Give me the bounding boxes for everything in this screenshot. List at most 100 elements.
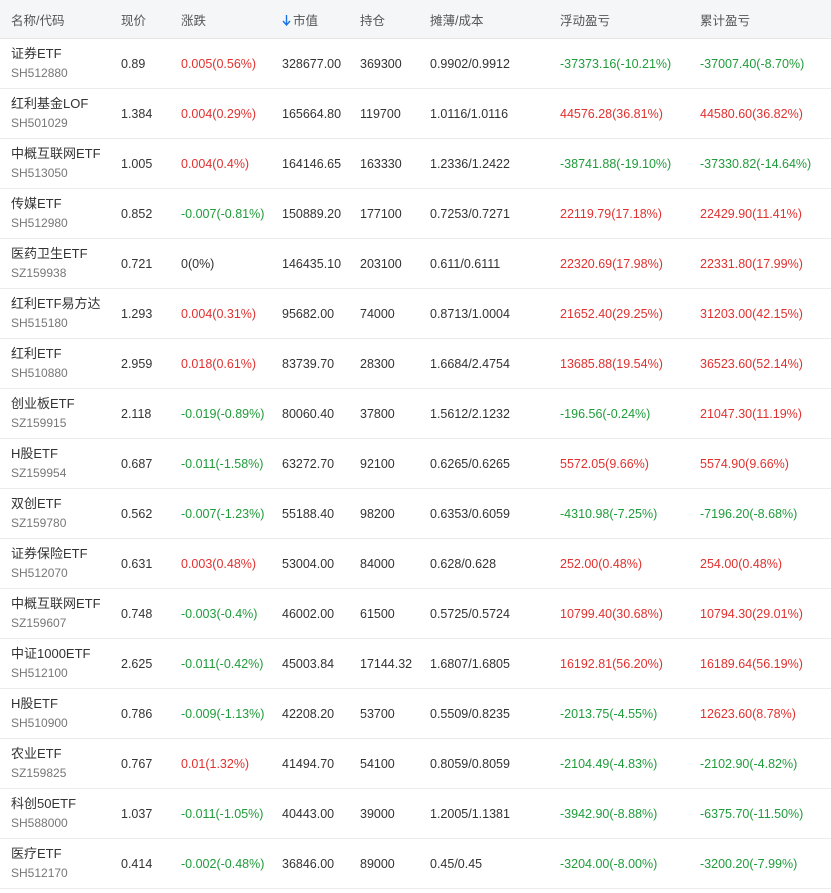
header-total-pl[interactable]: 累计盈亏 <box>689 0 831 39</box>
table-row[interactable]: 传媒ETF SH512980 0.852 -0.007(-0.81%) 150889.2… <box>0 188 831 239</box>
header-market-value[interactable]: 市值 <box>271 0 349 39</box>
cell-total-pl: 22429.90(11.41%) <box>689 188 831 239</box>
cell-name-code: 红利ETF易方达 SH515180 <box>0 288 110 339</box>
fund-code: SZ159954 <box>11 466 67 480</box>
table-row[interactable]: 创业板ETF SZ159915 2.118 -0.019(-0.89%) 80060.4… <box>0 388 831 439</box>
cell-market-value: 63272.70 <box>271 438 349 489</box>
cell-name-code: 证券ETF SH512880 <box>0 38 110 89</box>
table-row[interactable]: 证券保险ETF SH512070 0.631 0.003(0.48%) 53004.00… <box>0 538 831 589</box>
fund-name[interactable]: 红利ETF <box>11 345 110 362</box>
fund-name[interactable]: 红利ETF易方达 <box>11 295 110 312</box>
table-row[interactable]: 证券ETF SH512880 0.89 0.005(0.56%) 328677.00 36… <box>0 38 831 89</box>
cell-total-pl: 22331.80(17.99%) <box>689 238 831 289</box>
cell-cost: 1.2336/1.2422 <box>419 138 549 189</box>
cell-change: 0.018(0.61%) <box>170 338 271 389</box>
cell-change: -0.003(-0.4%) <box>170 588 271 639</box>
cell-change: 0.005(0.56%) <box>170 38 271 89</box>
cell-float-pl: -3942.90(-8.88%) <box>549 788 689 839</box>
fund-name[interactable]: H股ETF <box>11 695 110 712</box>
fund-name[interactable]: 农业ETF <box>11 745 110 762</box>
fund-name[interactable]: 双创ETF <box>11 495 110 512</box>
header-cost[interactable]: 摊薄/成本 <box>419 0 549 39</box>
fund-name[interactable]: 传媒ETF <box>11 195 110 212</box>
fund-name[interactable]: H股ETF <box>11 445 110 462</box>
fund-code: SH588000 <box>11 816 68 830</box>
header-float-pl[interactable]: 浮动盈亏 <box>549 0 689 39</box>
cell-float-pl: -4310.98(-7.25%) <box>549 488 689 539</box>
cell-float-pl: -3204.00(-8.00%) <box>549 838 689 889</box>
table-row[interactable]: 双创ETF SZ159780 0.562 -0.007(-1.23%) 55188.40… <box>0 488 831 539</box>
fund-code: SZ159607 <box>11 616 67 630</box>
cell-change: -0.011(-0.42%) <box>170 638 271 689</box>
cell-position: 37800 <box>349 388 419 439</box>
cell-total-pl: -2102.90(-4.82%) <box>689 738 831 789</box>
table-row[interactable]: 红利基金LOF SH501029 1.384 0.004(0.29%) 165664.8… <box>0 88 831 139</box>
fund-name[interactable]: 中概互联网ETF <box>11 595 110 612</box>
fund-name[interactable]: 证券保险ETF <box>11 545 110 562</box>
cell-cost: 0.45/0.45 <box>419 838 549 889</box>
table-row[interactable]: 红利ETF易方达 SH515180 1.293 0.004(0.31%) 95682.0… <box>0 288 831 339</box>
cell-market-value: 36846.00 <box>271 838 349 889</box>
cell-float-pl: 5572.05(9.66%) <box>549 438 689 489</box>
fund-name[interactable]: 创业板ETF <box>11 395 110 412</box>
table-row[interactable]: 医药卫生ETF SZ159938 0.721 0(0%) 146435.10 203100… <box>0 238 831 289</box>
cell-position: 98200 <box>349 488 419 539</box>
table-row[interactable]: 中证1000ETF SH512100 2.625 -0.011(-0.42%) 4500… <box>0 638 831 689</box>
fund-code: SH501029 <box>11 116 68 130</box>
fund-name[interactable]: 医疗ETF <box>11 845 110 862</box>
header-position[interactable]: 持仓 <box>349 0 419 39</box>
cell-name-code: 创业板ETF SZ159915 <box>0 388 110 439</box>
table-row[interactable]: 科创50ETF SH588000 1.037 -0.011(-1.05%) 40443.… <box>0 788 831 839</box>
holdings-table: 名称/代码 现价 涨跌 市值 持仓 摊薄/成本 浮动盈亏 累计盈亏 证券ETF S… <box>0 0 831 889</box>
cell-position: 84000 <box>349 538 419 589</box>
cell-price: 0.414 <box>110 838 170 889</box>
arrow-down-icon <box>282 14 291 26</box>
table-row[interactable]: 医疗ETF SH512170 0.414 -0.002(-0.48%) 36846.00… <box>0 838 831 889</box>
cell-position: 89000 <box>349 838 419 889</box>
cell-price: 0.721 <box>110 238 170 289</box>
fund-name[interactable]: 医药卫生ETF <box>11 245 110 262</box>
header-market-value-label: 市值 <box>293 13 319 28</box>
cell-change: -0.011(-1.05%) <box>170 788 271 839</box>
cell-change: 0.01(1.32%) <box>170 738 271 789</box>
cell-name-code: 医药卫生ETF SZ159938 <box>0 238 110 289</box>
cell-float-pl: -196.56(-0.24%) <box>549 388 689 439</box>
fund-name[interactable]: 中证1000ETF <box>11 645 110 662</box>
cell-change: -0.002(-0.48%) <box>170 838 271 889</box>
cell-cost: 0.9902/0.9912 <box>419 38 549 89</box>
header-price[interactable]: 现价 <box>110 0 170 39</box>
cell-float-pl: 252.00(0.48%) <box>549 538 689 589</box>
fund-name[interactable]: 科创50ETF <box>11 795 110 812</box>
fund-code: SZ159825 <box>11 766 67 780</box>
cell-cost: 0.611/0.6111 <box>419 238 549 289</box>
fund-code: SH513050 <box>11 166 68 180</box>
fund-code: SH512070 <box>11 566 68 580</box>
fund-name[interactable]: 红利基金LOF <box>11 95 110 112</box>
fund-code: SH512880 <box>11 66 68 80</box>
cell-market-value: 55188.40 <box>271 488 349 539</box>
cell-cost: 0.5725/0.5724 <box>419 588 549 639</box>
cell-price: 0.631 <box>110 538 170 589</box>
table-row[interactable]: 中概互联网ETF SZ159607 0.748 -0.003(-0.4%) 46002.… <box>0 588 831 639</box>
header-change[interactable]: 涨跌 <box>170 0 271 39</box>
table-row[interactable]: 农业ETF SZ159825 0.767 0.01(1.32%) 41494.70 541… <box>0 738 831 789</box>
table-row[interactable]: 红利ETF SH510880 2.959 0.018(0.61%) 83739.70 28… <box>0 338 831 389</box>
cell-market-value: 42208.20 <box>271 688 349 739</box>
cell-cost: 1.2005/1.1381 <box>419 788 549 839</box>
header-name-code[interactable]: 名称/代码 <box>0 0 110 39</box>
cell-name-code: 中证1000ETF SH512100 <box>0 638 110 689</box>
table-row[interactable]: H股ETF SH510900 0.786 -0.009(-1.13%) 42208.20… <box>0 688 831 739</box>
cell-total-pl: -37330.82(-14.64%) <box>689 138 831 189</box>
table-row[interactable]: H股ETF SZ159954 0.687 -0.011(-1.58%) 63272.70… <box>0 438 831 489</box>
fund-code: SH512170 <box>11 866 68 880</box>
cell-position: 28300 <box>349 338 419 389</box>
cell-position: 163330 <box>349 138 419 189</box>
cell-cost: 0.8059/0.8059 <box>419 738 549 789</box>
table-row[interactable]: 中概互联网ETF SH513050 1.005 0.004(0.4%) 164146.6… <box>0 138 831 189</box>
cell-cost: 1.6684/2.4754 <box>419 338 549 389</box>
fund-code: SZ159780 <box>11 516 67 530</box>
cell-change: 0.004(0.31%) <box>170 288 271 339</box>
fund-name[interactable]: 证券ETF <box>11 45 110 62</box>
cell-position: 119700 <box>349 88 419 139</box>
fund-name[interactable]: 中概互联网ETF <box>11 145 110 162</box>
